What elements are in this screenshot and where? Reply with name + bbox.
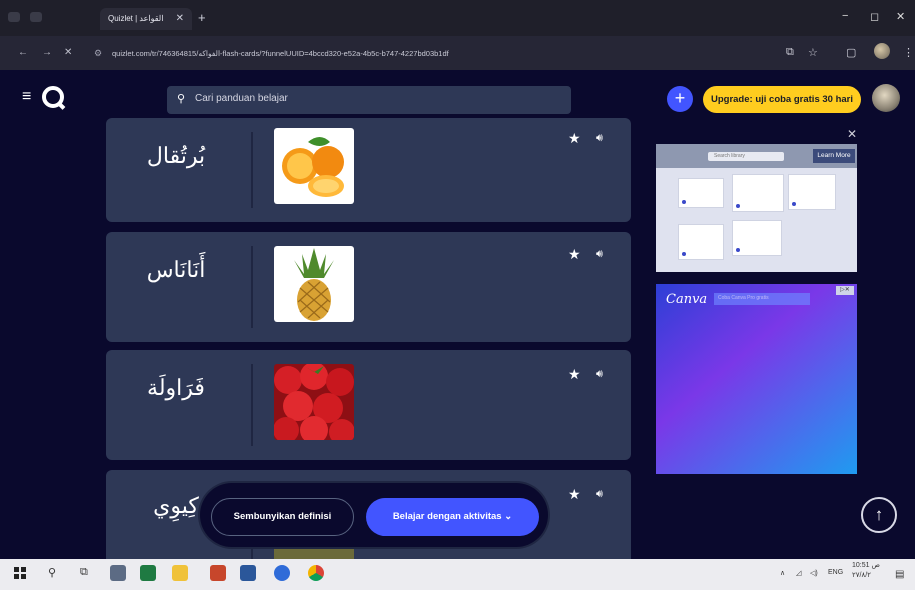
canva-ad-banner[interactable]: Canva Coba Canva Pro gratis ▷✕ [656, 284, 857, 474]
search-icon[interactable]: ⚲ [48, 566, 56, 579]
canva-cta[interactable]: Coba Canva Pro gratis [714, 293, 810, 305]
card-term: أَنَانَاس [146, 258, 206, 283]
pineapple-image [274, 246, 354, 322]
audio-icon[interactable]: 🔊︎ [596, 368, 603, 381]
site-info-icon[interactable]: ⚙ [94, 48, 102, 59]
card-divider [251, 364, 253, 446]
scroll-to-top-button[interactable]: ↑ [861, 497, 897, 533]
ad-search-box: Search library [708, 152, 784, 161]
card-term: فَرَاولَة [147, 376, 205, 401]
excel-icon[interactable] [140, 565, 156, 581]
star-icon[interactable]: ★ [568, 486, 581, 503]
extensions-icon[interactable]: ▢ [846, 46, 856, 59]
ad-mini-card [732, 174, 784, 212]
maximize-button[interactable]: ◻ [870, 10, 879, 23]
audio-icon[interactable]: 🔊︎ [596, 248, 603, 261]
star-icon[interactable]: ★ [568, 246, 581, 263]
browser-profile-avatar[interactable] [874, 43, 890, 59]
star-icon[interactable]: ★ [568, 366, 581, 383]
clock[interactable]: 10:51 ص ٢٧/٨/٢ [852, 561, 880, 581]
card-divider [251, 132, 253, 208]
language-indicator[interactable]: ENG [828, 569, 843, 576]
back-icon[interactable]: ← [18, 47, 28, 58]
orange-image [274, 128, 354, 204]
notifications-icon[interactable]: ▤ [895, 569, 904, 580]
upgrade-button[interactable]: Upgrade: uji coba gratis 30 hari [703, 86, 861, 113]
network-icon[interactable]: ◿ [796, 569, 801, 577]
ad-mini-card [678, 178, 724, 208]
chrome-icon[interactable] [308, 565, 324, 581]
minimize-button[interactable]: − [842, 10, 848, 22]
card-term: بُرتُقال [146, 144, 206, 169]
search-placeholder: Cari panduan belajar [195, 93, 288, 104]
quizlet-logo[interactable] [42, 86, 64, 108]
hide-definitions-button[interactable]: Sembunyikan definisi [211, 498, 354, 536]
translate-icon[interactable]: ⧉ [786, 46, 794, 59]
learn-with-activities-button[interactable]: Belajar dengan aktivitas ⌄ [366, 498, 539, 536]
ad-mini-card [732, 220, 782, 256]
clock-time: 10:51 ص [852, 562, 880, 569]
search-icon: ⚲ [177, 93, 186, 105]
url-field[interactable]: ⚙ quizlet.com/tr/746364815/الفواكه-flash… [92, 44, 772, 64]
stop-icon[interactable]: ✕ [64, 47, 72, 58]
browser-tab[interactable]: Quizlet | القواعد ✕ [100, 8, 192, 30]
user-avatar[interactable] [872, 84, 900, 112]
create-plus-button[interactable]: + [667, 86, 693, 112]
tab-title: Quizlet | القواعد [108, 14, 164, 23]
ad-close-icon[interactable]: ✕ [847, 127, 857, 141]
star-icon[interactable]: ★ [568, 130, 581, 147]
powerpoint-icon[interactable] [210, 565, 226, 581]
task-view-icon[interactable]: ⧉ [80, 566, 88, 579]
previous-tab-icon[interactable] [30, 12, 42, 22]
flashcard-row: بُرتُقال ★ 🔊︎ [106, 118, 631, 222]
audio-icon[interactable]: 🔊︎ [596, 132, 603, 145]
forward-icon[interactable]: → [42, 47, 52, 58]
search-input[interactable]: ⚲ Cari panduan belajar [167, 86, 571, 114]
windows-taskbar [0, 559, 915, 590]
tray-arrow-icon[interactable]: ∧ [780, 569, 785, 577]
word-icon[interactable] [240, 565, 256, 581]
card-divider [251, 246, 253, 328]
ad-learn-more-button[interactable]: Learn More [813, 149, 855, 163]
bookmark-star-icon[interactable]: ☆ [808, 46, 818, 59]
menu-kebab-icon[interactable]: ⋮ [903, 46, 914, 59]
file-explorer-icon[interactable] [172, 565, 188, 581]
ad-mini-card [678, 224, 724, 260]
strawberry-image [274, 364, 354, 440]
address-bar-row: ← → ✕ ⚙ quizlet.com/tr/746364815/الفواكه… [0, 36, 915, 70]
kiwi-image [274, 546, 354, 559]
volume-icon[interactable]: ◁) [810, 569, 818, 577]
camera-app-icon[interactable] [110, 565, 126, 581]
audio-icon[interactable]: 🔊︎ [596, 488, 603, 501]
canva-logo: Canva [666, 292, 708, 307]
url-text: quizlet.com/tr/746364815/الفواكه-flash-c… [112, 49, 449, 58]
browser-tab-bar: Quizlet | القواعد ✕ + − ◻ ✕ [0, 0, 915, 36]
hamburger-menu-icon[interactable]: ≡ [22, 88, 31, 106]
quizlet-ad-banner[interactable]: Search library Learn More [656, 144, 857, 272]
start-icon[interactable] [14, 567, 26, 579]
app-icon[interactable] [274, 565, 290, 581]
close-window-button[interactable]: ✕ [896, 10, 905, 23]
flashcard-row: فَرَاولَة ★ 🔊︎ [106, 350, 631, 460]
window-menu-icon[interactable] [8, 12, 20, 22]
flashcard-row: أَنَانَاس ★ 🔊︎ [106, 232, 631, 342]
ad-mini-card [788, 174, 836, 210]
tab-close-icon[interactable]: ✕ [176, 13, 184, 24]
clock-date: ٢٧/٨/٢ [852, 572, 871, 579]
adchoices-icon[interactable]: ▷✕ [836, 286, 854, 295]
new-tab-button[interactable]: + [198, 10, 206, 25]
